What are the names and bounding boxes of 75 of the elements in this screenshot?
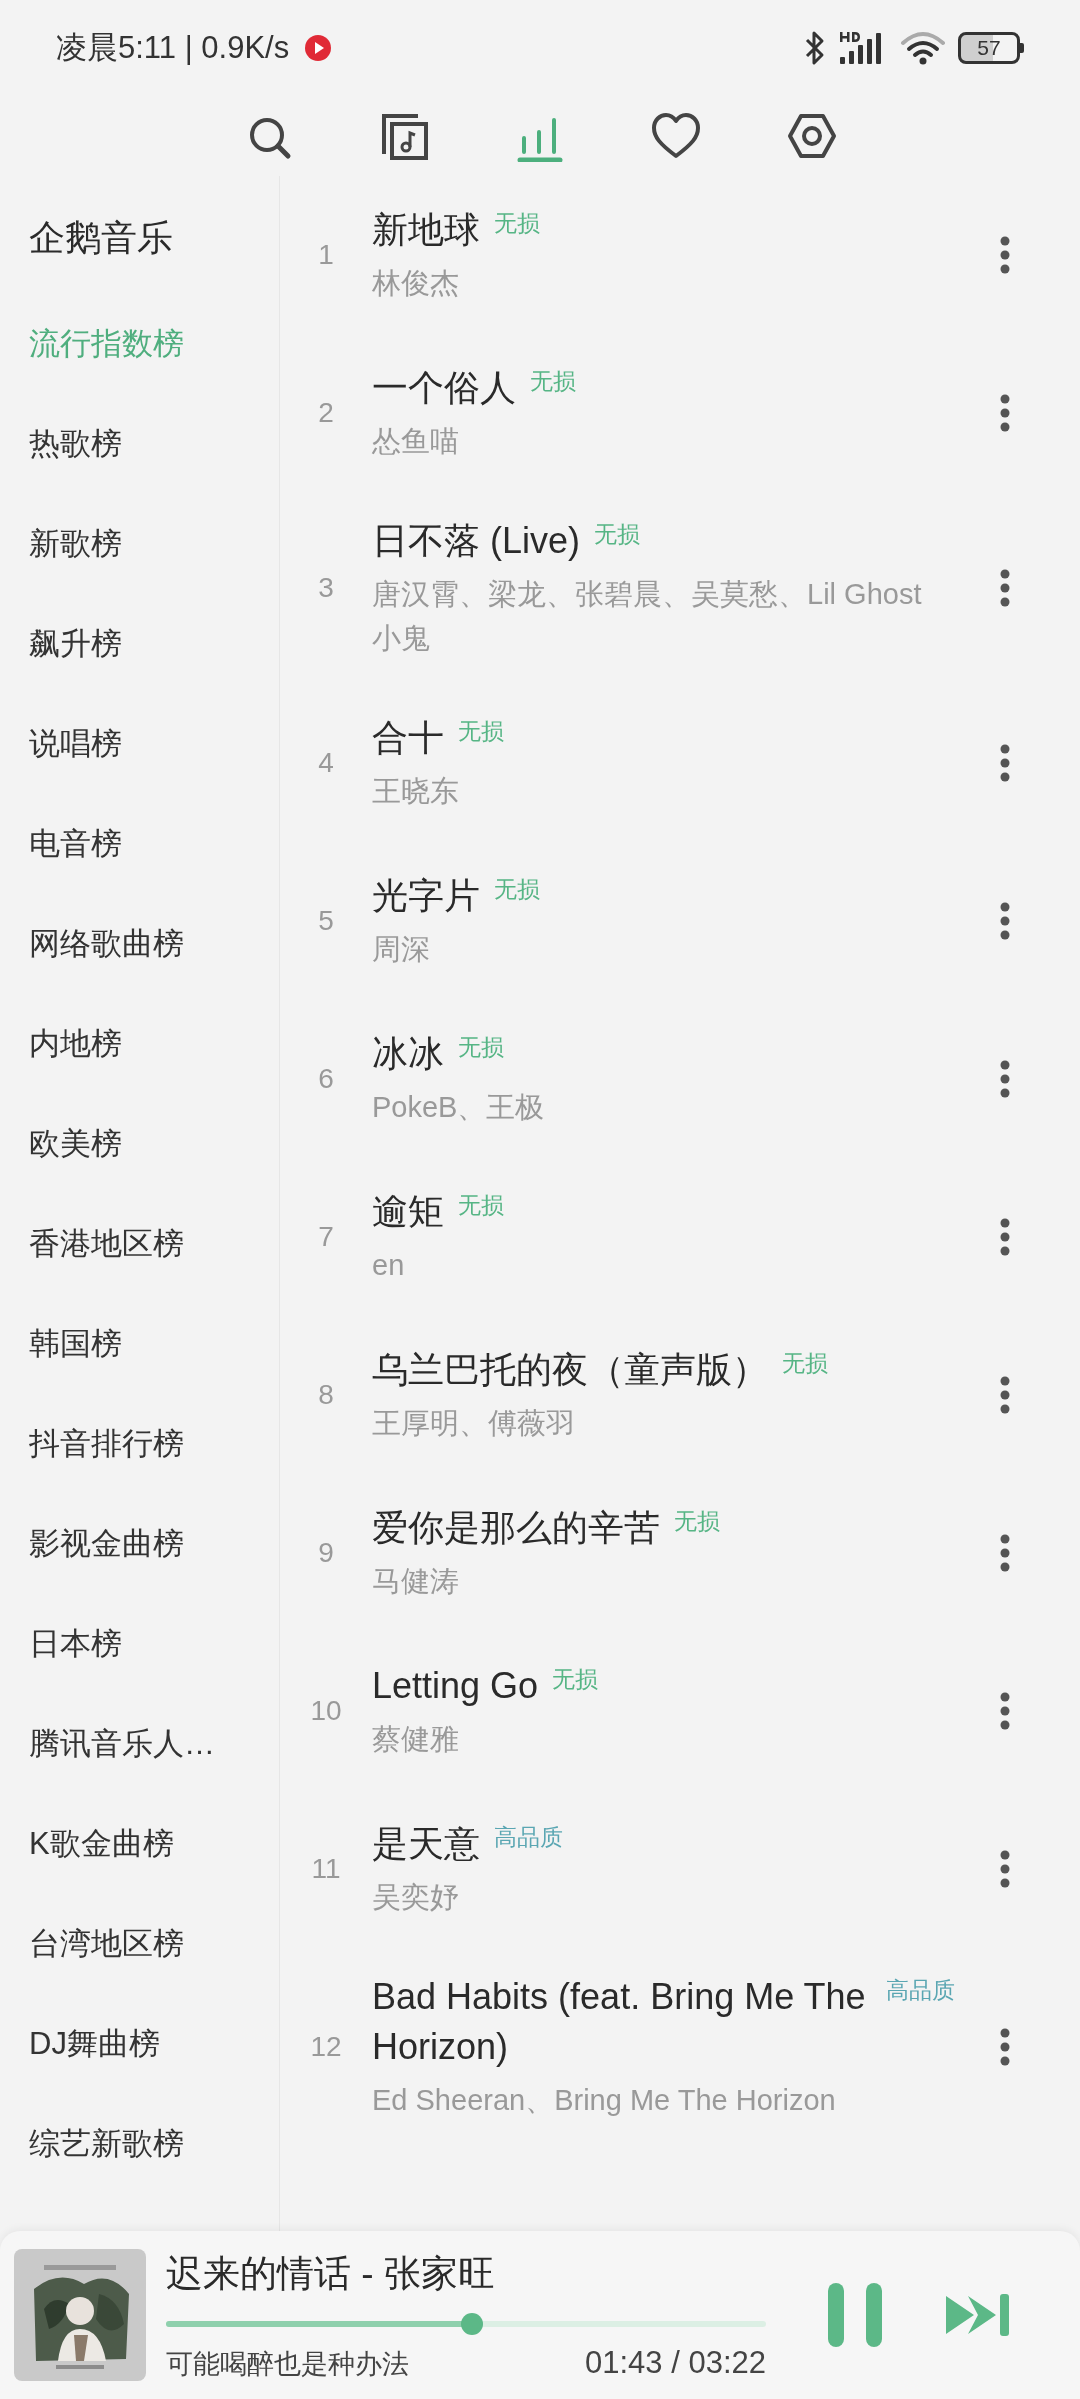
- rank-number: 12: [309, 2031, 343, 2063]
- sidebar-item[interactable]: 抖音排行榜: [29, 1394, 279, 1494]
- sidebar-item[interactable]: 热歌榜: [29, 394, 279, 494]
- song-title: 合十: [372, 716, 444, 760]
- rank-number: 10: [309, 1695, 343, 1727]
- artist-name: 林俊杰: [372, 266, 460, 301]
- song-title: 爱你是那么的辛苦: [372, 1506, 660, 1550]
- sidebar-item[interactable]: 电音榜: [29, 794, 279, 894]
- sidebar-item[interactable]: 日本榜: [29, 1594, 279, 1694]
- song-title: Bad Habits (feat. Bring Me The Horizon): [372, 1975, 867, 2069]
- artist-name: 王晓东: [372, 774, 460, 809]
- rank-number: 4: [317, 747, 335, 779]
- quality-label: 无损: [674, 1507, 720, 1536]
- wifi-icon: [900, 30, 946, 66]
- sidebar-item[interactable]: 说唱榜: [29, 694, 279, 794]
- quality-label: 无损: [530, 367, 576, 396]
- rank-number: 3: [317, 572, 335, 604]
- artist-name: 吴奕妤: [372, 1880, 460, 1915]
- sidebar-item[interactable]: 新歌榜: [29, 494, 279, 594]
- quality-label: 高品质: [886, 1976, 955, 2005]
- sidebar-item[interactable]: 影视金曲榜: [29, 1494, 279, 1594]
- sidebar-item[interactable]: 韩国榜: [29, 1294, 279, 1394]
- sidebar-item[interactable]: 综艺新歌榜: [29, 2094, 279, 2194]
- sidebar-item[interactable]: 香港地区榜: [29, 1194, 279, 1294]
- app-notification-icon: [303, 33, 334, 63]
- artist-name: 唐汉霄、梁龙、张碧晨、吴莫愁、Lil Ghost小鬼: [372, 577, 923, 656]
- artist-name: 王厚明、傅薇羽: [372, 1406, 576, 1441]
- song-title: 冰冰: [372, 1032, 444, 1076]
- artist-name: 怂鱼喵: [372, 424, 460, 459]
- sidebar-item[interactable]: 飙升榜: [29, 594, 279, 694]
- artist-name: 周深: [372, 932, 431, 967]
- playback-time: 01:43 / 03:22: [585, 2344, 766, 2381]
- artist-name: en: [372, 1248, 406, 1283]
- status-text: 凌晨5:11 | 0.9K/s: [56, 29, 290, 67]
- rank-number: 8: [317, 1379, 335, 1411]
- song-title: 乌兰巴托的夜（童声版）: [372, 1348, 768, 1392]
- artist-name: 马健涛: [372, 1564, 460, 1599]
- rank-number: 6: [317, 1063, 335, 1095]
- sidebar-item[interactable]: 内地榜: [29, 994, 279, 1094]
- progress-slider[interactable]: [166, 2312, 766, 2335]
- quality-label: 无损: [594, 520, 641, 549]
- sidebar-item[interactable]: 网络歌曲榜: [29, 894, 279, 994]
- song-title: 逾矩: [372, 1190, 444, 1234]
- quality-label: 无损: [782, 1349, 828, 1378]
- sidebar-heading: 企鹅音乐: [29, 216, 174, 260]
- sidebar-item[interactable]: 欧美榜: [29, 1094, 279, 1194]
- rank-number: 2: [317, 397, 335, 429]
- artist-name: Ed Sheeran、Bring Me The Horizon: [372, 2083, 837, 2118]
- sidebar-item[interactable]: 台湾地区榜: [29, 1894, 279, 1994]
- quality-label: 高品质: [494, 1823, 563, 1852]
- song-title: 日不落 (Live): [372, 519, 581, 563]
- song-title: Letting Go: [372, 1664, 539, 1708]
- song-title: 一个俗人: [372, 366, 516, 410]
- song-title: 新地球: [372, 208, 480, 252]
- rank-number: 9: [317, 1537, 335, 1569]
- quality-label: 无损: [458, 1033, 504, 1062]
- quality-label: 无损: [494, 875, 540, 904]
- quality-label: 无损: [494, 209, 540, 238]
- sidebar-item[interactable]: K歌金曲榜: [29, 1794, 279, 1894]
- rank-number: 5: [317, 905, 335, 937]
- rank-number: 7: [317, 1221, 335, 1253]
- song-title: 光字片: [372, 874, 480, 918]
- quality-label: 无损: [458, 1191, 504, 1220]
- quality-label: 无损: [458, 717, 504, 746]
- now-playing-title: 迟来的情话 - 张家旺: [166, 2251, 496, 2296]
- lyric-line: 可能喝醉也是种办法: [166, 2347, 409, 2381]
- song-title: 是天意: [372, 1822, 480, 1866]
- bluetooth-icon: [804, 30, 826, 66]
- sidebar-item[interactable]: DJ舞曲榜: [29, 1994, 279, 2094]
- rank-number: 11: [310, 1853, 342, 1885]
- artist-name: PokeB、王极: [372, 1090, 546, 1125]
- artist-name: 蔡健雅: [372, 1722, 460, 1757]
- rank-number: 1: [317, 239, 335, 271]
- quality-label: 无损: [552, 1665, 599, 1694]
- sidebar-item[interactable]: 腾讯音乐人…: [29, 1694, 279, 1794]
